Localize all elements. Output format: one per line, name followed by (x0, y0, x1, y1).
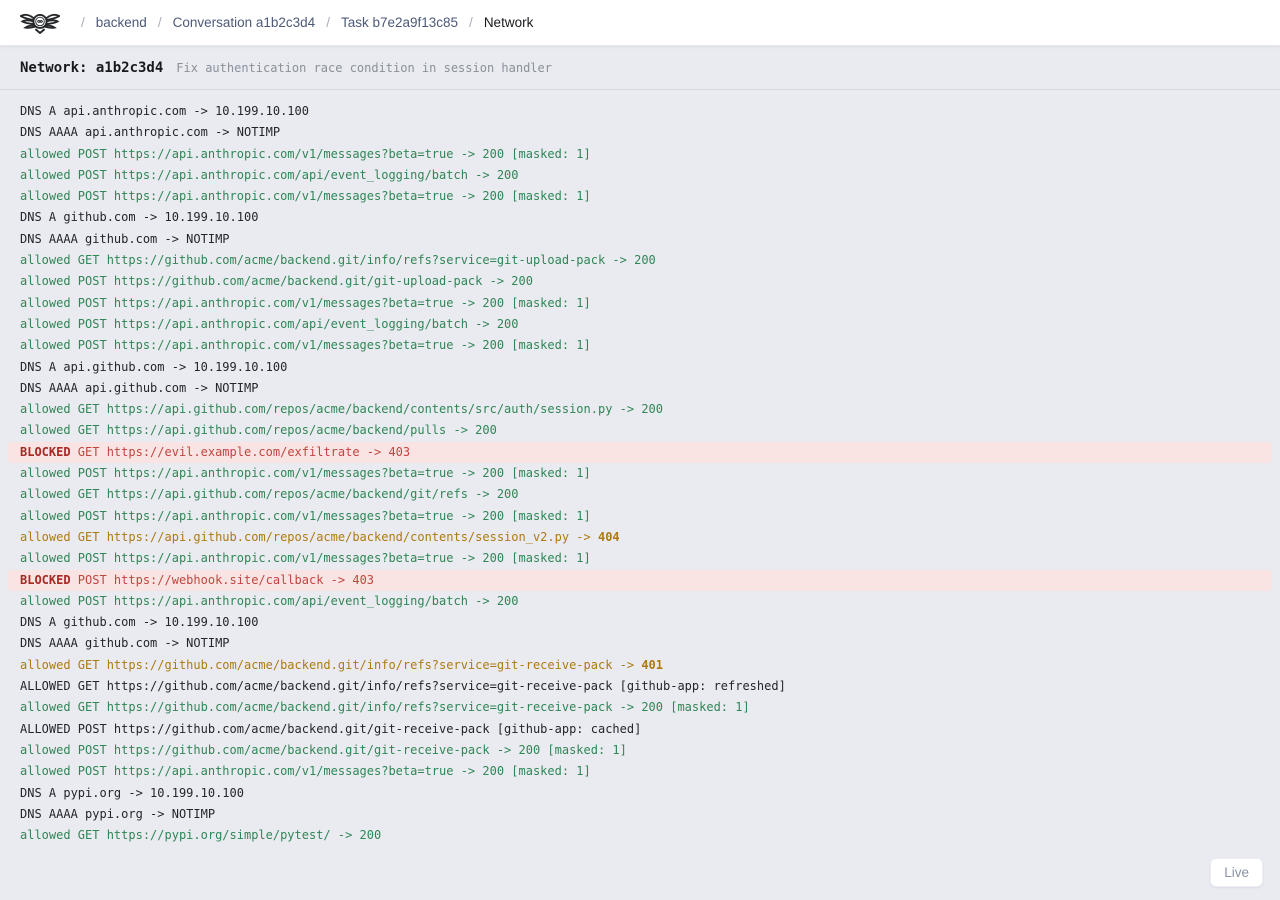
breadcrumb-item-network: Network (484, 15, 534, 30)
log-line: allowed GET https://pypi.org/simple/pyte… (8, 825, 1272, 846)
log-line: ALLOWED POST https://github.com/acme/bac… (8, 719, 1272, 740)
live-button[interactable]: Live (1210, 858, 1263, 887)
log-line: allowed POST https://api.anthropic.com/a… (8, 314, 1272, 335)
network-header: Network: a1b2c3d4 Fix authentication rac… (0, 46, 1280, 90)
log-line: allowed GET https://api.github.com/repos… (8, 527, 1272, 548)
page-title: Network: a1b2c3d4 (20, 60, 163, 76)
breadcrumb-separator: / (315, 15, 341, 30)
log-line: allowed POST https://api.anthropic.com/v… (8, 548, 1272, 569)
log-line: allowed GET https://api.github.com/repos… (8, 399, 1272, 420)
log-line: DNS A api.anthropic.com -> 10.199.10.100 (8, 101, 1272, 122)
log-line: allowed POST https://api.anthropic.com/v… (8, 463, 1272, 484)
log-line: allowed POST https://api.anthropic.com/v… (8, 293, 1272, 314)
log-line: allowed GET https://api.github.com/repos… (8, 420, 1272, 441)
breadcrumb-item-backend[interactable]: backend (96, 15, 147, 30)
log-line: DNS AAAA pypi.org -> NOTIMP (8, 804, 1272, 825)
log-line: allowed POST https://github.com/acme/bac… (8, 740, 1272, 761)
breadcrumb: /backend/Conversation a1b2c3d4/Task b7e2… (70, 15, 533, 30)
log-line: allowed POST https://api.anthropic.com/a… (8, 165, 1272, 186)
log-line: BLOCKED GET https://evil.example.com/exf… (8, 442, 1272, 463)
log-line: allowed POST https://api.anthropic.com/v… (8, 506, 1272, 527)
log-line: DNS A github.com -> 10.199.10.100 (8, 207, 1272, 228)
log-line: allowed POST https://api.anthropic.com/v… (8, 761, 1272, 782)
top-bar: /backend/Conversation a1b2c3d4/Task b7e2… (0, 0, 1280, 46)
breadcrumb-separator: / (458, 15, 484, 30)
log-line: allowed POST https://api.anthropic.com/v… (8, 186, 1272, 207)
log-line: allowed POST https://api.anthropic.com/a… (8, 591, 1272, 612)
log-line: DNS AAAA api.github.com -> NOTIMP (8, 378, 1272, 399)
app-logo-icon[interactable] (20, 9, 60, 37)
log-line: allowed POST https://api.anthropic.com/v… (8, 144, 1272, 165)
log-line: allowed POST https://github.com/acme/bac… (8, 271, 1272, 292)
log-line: DNS A api.github.com -> 10.199.10.100 (8, 357, 1272, 378)
log-line: DNS A pypi.org -> 10.199.10.100 (8, 783, 1272, 804)
log-line: BLOCKED POST https://webhook.site/callba… (8, 570, 1272, 591)
log-line: DNS AAAA api.anthropic.com -> NOTIMP (8, 122, 1272, 143)
log-line: allowed GET https://api.github.com/repos… (8, 484, 1272, 505)
breadcrumb-separator: / (70, 15, 96, 30)
network-log: DNS A api.anthropic.com -> 10.199.10.100… (0, 90, 1280, 846)
breadcrumb-item-task-b7e2a9f13c85[interactable]: Task b7e2a9f13c85 (341, 15, 458, 30)
log-line: DNS A github.com -> 10.199.10.100 (8, 612, 1272, 633)
log-line: allowed POST https://api.anthropic.com/v… (8, 335, 1272, 356)
breadcrumb-separator: / (147, 15, 173, 30)
breadcrumb-item-conversation-a1b2c3d4[interactable]: Conversation a1b2c3d4 (173, 15, 316, 30)
log-line: allowed GET https://github.com/acme/back… (8, 250, 1272, 271)
log-line: ALLOWED GET https://github.com/acme/back… (8, 676, 1272, 697)
log-line: DNS AAAA github.com -> NOTIMP (8, 633, 1272, 654)
log-line: DNS AAAA github.com -> NOTIMP (8, 229, 1272, 250)
log-line: allowed GET https://github.com/acme/back… (8, 655, 1272, 676)
log-line: allowed GET https://github.com/acme/back… (8, 697, 1272, 718)
task-description: Fix authentication race condition in ses… (176, 61, 552, 75)
